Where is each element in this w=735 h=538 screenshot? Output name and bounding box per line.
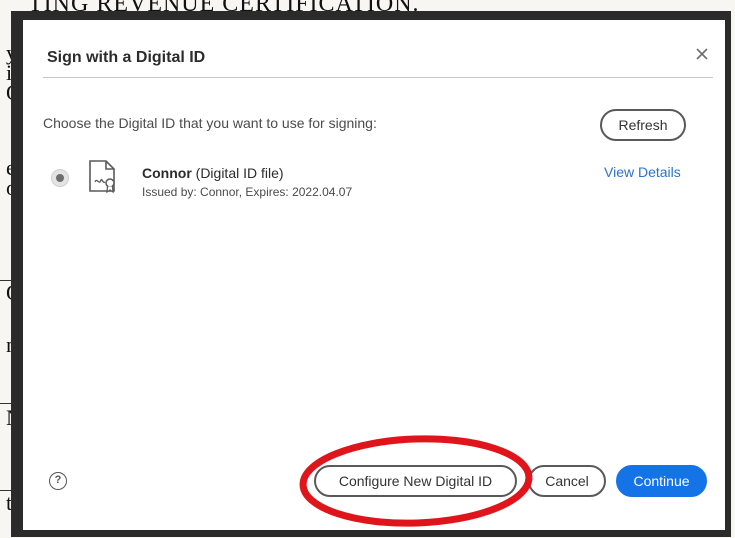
- title-divider: [43, 77, 713, 78]
- digital-id-type: (Digital ID file): [195, 165, 284, 181]
- cancel-button[interactable]: Cancel: [528, 465, 606, 497]
- digital-id-owner: Connor: [142, 165, 192, 181]
- close-icon-glyph: [696, 48, 708, 60]
- certificate-file-icon: [87, 158, 119, 194]
- continue-button[interactable]: Continue: [616, 465, 707, 497]
- configure-new-digital-id-button[interactable]: Configure New Digital ID: [314, 465, 517, 497]
- digital-id-issued: Issued by: Connor, Expires: 2022.04.07: [142, 185, 353, 199]
- digital-id-radio[interactable]: [51, 169, 69, 187]
- view-details-link[interactable]: View Details: [604, 164, 681, 180]
- dialog-title: Sign with a Digital ID: [47, 49, 206, 66]
- dialog-prompt: Choose the Digital ID that you want to u…: [43, 115, 377, 131]
- close-icon[interactable]: [693, 46, 711, 64]
- sign-digital-id-dialog: Sign with a Digital ID Choose the Digita…: [23, 20, 725, 530]
- digital-id-name: Connor (Digital ID file): [142, 165, 284, 181]
- help-icon[interactable]: ?: [49, 472, 67, 490]
- refresh-button[interactable]: Refresh: [600, 109, 686, 141]
